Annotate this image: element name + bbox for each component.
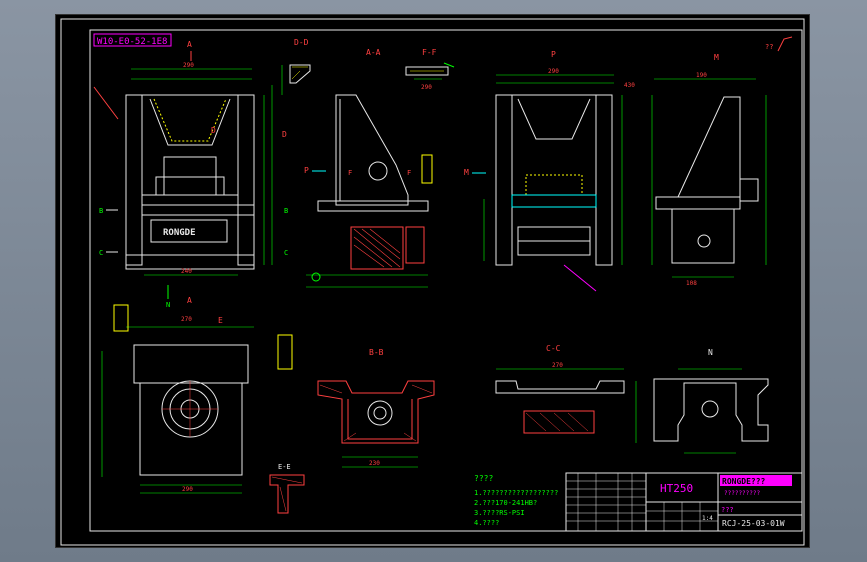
label-cc: C-C — [546, 344, 561, 353]
section-cc[interactable]: C-C 270 — [495, 344, 637, 443]
dim-a-top: 290 — [183, 62, 194, 69]
notes-line-2: 2.???170-241HB? — [474, 499, 537, 507]
section-ee[interactable]: E-E — [269, 463, 305, 514]
label-a-top: A — [187, 40, 192, 49]
view-n[interactable]: N — [653, 348, 769, 454]
view-a-front[interactable]: A 290 RONGDE 240 D D B B C C N A — [93, 40, 288, 309]
drawing-stamp: W10-E0-52-1E8 — [97, 37, 167, 47]
dim-p-right: 430 — [624, 82, 635, 89]
label-f-left: F — [348, 169, 352, 177]
part-name: ??? — [721, 506, 734, 514]
technical-notes: ???? 1.?????????????????? 2.???170-241HB… — [474, 474, 558, 527]
view-plan[interactable]: E 270 290 — [101, 304, 293, 494]
section-dd[interactable]: D-D — [281, 38, 311, 95]
drawing-number: RCJ-25-03-01W — [722, 519, 785, 528]
notes-title: ???? — [474, 474, 493, 483]
drawing-canvas[interactable]: W10-E0-52-1E8 ?? A 290 RONGDE 240 D D B … — [56, 15, 811, 549]
dim-bb-bottom: 230 — [369, 460, 380, 467]
label-f-right: F — [407, 169, 411, 177]
company-sub: ?????????? — [724, 490, 761, 497]
view-m[interactable]: M 190 108 — [651, 53, 767, 287]
label-n: N — [708, 348, 713, 357]
label-d-inner: D — [211, 126, 216, 135]
label-bb: B-B — [369, 348, 384, 357]
section-ff[interactable]: F-F 290 — [405, 48, 455, 91]
label-dd: D-D — [294, 38, 309, 47]
scale-value: 1:4 — [702, 515, 713, 522]
label-a-bottom: A — [187, 296, 192, 305]
label-n-arrow: N — [166, 301, 170, 309]
company-name: RONGDE??? — [722, 477, 766, 486]
label-b-left: B — [99, 207, 103, 215]
dim-a-bottom: 240 — [181, 268, 192, 275]
label-b-right: B — [284, 207, 288, 215]
dim-cc-width: 270 — [552, 362, 563, 369]
label-c-left: C — [99, 249, 103, 257]
cad-viewport[interactable]: W10-E0-52-1E8 ?? A 290 RONGDE 240 D D B … — [55, 14, 810, 548]
dim-m-top: 190 — [696, 72, 707, 79]
dim-m-side: 108 — [686, 280, 697, 287]
dim-p-top: 290 — [548, 68, 559, 75]
section-bb[interactable]: B-B 230 — [317, 348, 435, 468]
dim-plan-bottom: 290 — [182, 486, 193, 493]
label-e-marker: E — [218, 316, 223, 325]
label-m: M — [714, 53, 719, 62]
roughness-symbol — [777, 36, 793, 52]
label-c-right: C — [284, 249, 288, 257]
view-p[interactable]: P 290 430 M — [464, 50, 635, 292]
label-p: P — [551, 50, 556, 59]
label-aa: A-A — [366, 48, 381, 57]
brand-casting: RONGDE — [163, 228, 196, 238]
dim-ff: 290 — [421, 84, 432, 91]
label-m-arrow: M — [464, 168, 469, 177]
dim-plan-top: 270 — [181, 316, 192, 323]
label-ee: E-E — [278, 463, 291, 471]
label-p-arrow: P — [304, 166, 309, 175]
notes-line-4: 4.???? — [474, 519, 499, 527]
notes-line-3: 3.????RS-PSI — [474, 509, 525, 517]
label-ff: F-F — [422, 48, 437, 57]
section-aa[interactable]: A-A P F F — [304, 48, 433, 288]
label-d-right: D — [282, 130, 287, 139]
roughness-note: ?? — [765, 43, 773, 51]
title-block[interactable]: HT250 RONGDE??? ?????????? ??? 1:4 RCJ-2… — [565, 472, 803, 532]
notes-line-1: 1.?????????????????? — [474, 489, 558, 497]
material-label: HT250 — [660, 482, 693, 495]
